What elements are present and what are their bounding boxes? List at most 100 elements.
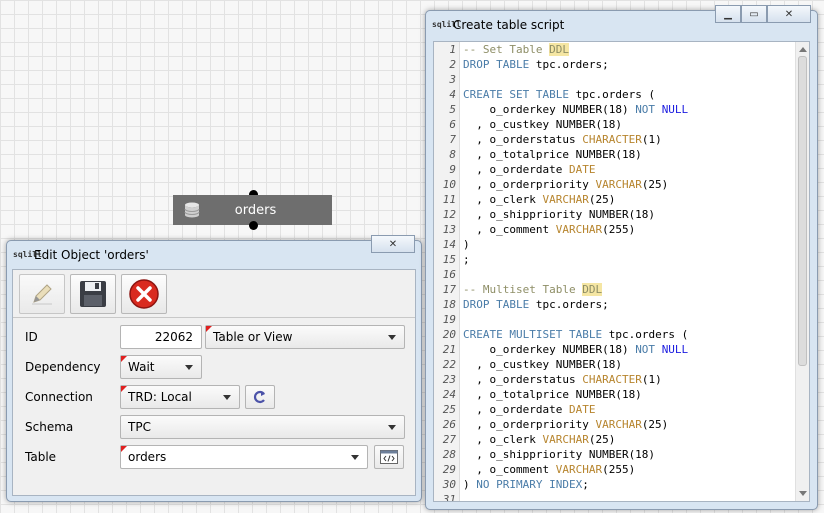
code-line: 2 DROP TABLE tpc.orders;	[434, 57, 795, 72]
id-input[interactable]: 22062	[120, 325, 202, 349]
line-number: 4	[449, 88, 456, 101]
row-id: ID 22062 Table or View	[13, 324, 415, 350]
scroll-up-icon[interactable]	[799, 47, 807, 52]
dependency-label: Dependency	[25, 360, 101, 374]
line-text: , o_totalprice NUMBER(18)	[463, 388, 642, 401]
line-text: , o_orderpriority VARCHAR(25)	[463, 178, 669, 191]
line-text: , o_totalprice NUMBER(18)	[463, 148, 642, 161]
script-editor[interactable]: 1 -- Set Table DDL 2 DROP TABLE tpc.orders;…	[433, 41, 810, 502]
code-line: 20 CREATE MULTISET TABLE tpc.orders (	[434, 327, 795, 342]
line-text: , o_clerk VARCHAR(25)	[463, 433, 616, 446]
code-line: 9 , o_orderdate DATE	[434, 162, 795, 177]
pencil-icon	[32, 283, 52, 304]
code-line: 17 -- Multiset Table DDL	[434, 282, 795, 297]
line-number: 10	[442, 178, 456, 191]
edit-toolbar	[13, 270, 415, 318]
line-number: 28	[442, 448, 456, 461]
code-lines: 1 -- Set Table DDL 2 DROP TABLE tpc.orders;…	[434, 42, 795, 501]
id-label: ID	[25, 330, 38, 344]
code-line: 14)	[434, 237, 795, 252]
app-logo: sqlill	[13, 250, 42, 259]
code-line: 4 CREATE SET TABLE tpc.orders (	[434, 87, 795, 102]
line-text: CREATE MULTISET TABLE tpc.orders (	[463, 328, 689, 341]
database-icon	[184, 202, 200, 218]
edit-window-close-button[interactable]: ✕	[371, 235, 415, 253]
code-line: 3	[434, 72, 795, 87]
show-script-button[interactable]	[374, 445, 404, 469]
line-number: 24	[442, 388, 456, 401]
line-number: 6	[449, 118, 456, 131]
line-number: 19	[442, 313, 456, 326]
line-number: 2	[449, 58, 456, 71]
script-window-close-button[interactable]: ✕	[767, 5, 811, 23]
table-combobox[interactable]: orders	[120, 445, 368, 469]
node-label: orders	[234, 202, 277, 218]
code-line: 30 ) NO PRIMARY INDEX;	[434, 477, 795, 492]
line-text: o_orderkey NUMBER(18) NOT NULL	[463, 343, 689, 356]
edit-button[interactable]	[19, 273, 65, 314]
code-script-icon	[380, 450, 398, 464]
line-text: , o_orderpriority VARCHAR(25)	[463, 418, 669, 431]
line-number: 15	[442, 253, 456, 266]
line-text: o_orderkey NUMBER(18) NOT NULL	[463, 103, 689, 116]
line-text: -- Multiset Table DDL	[463, 283, 603, 296]
code-line: 27 , o_clerk VARCHAR(25)	[434, 432, 795, 447]
script-window-titlebar[interactable]: sqlill Create table script ▁ ▭ ✕	[426, 5, 817, 39]
row-schema: Schema TPC	[13, 414, 415, 440]
edit-window-body: ID 22062 Table or View Dependency Wait C…	[12, 269, 416, 496]
maximize-icon: ▭	[749, 8, 759, 20]
line-number: 29	[442, 463, 456, 476]
object-type-select[interactable]: Table or View	[205, 325, 405, 349]
line-text: , o_custkey NUMBER(18)	[463, 358, 622, 371]
dependency-value: Wait	[128, 360, 155, 374]
line-number: 16	[442, 268, 456, 281]
line-number: 8	[449, 148, 456, 161]
line-text: , o_comment VARCHAR(255)	[463, 463, 636, 476]
line-number: 27	[442, 433, 456, 446]
code-line: 26 , o_orderpriority VARCHAR(25)	[434, 417, 795, 432]
line-text: , o_shippriority NUMBER(18)	[463, 448, 656, 461]
code-line: 10 , o_orderpriority VARCHAR(25)	[434, 177, 795, 192]
cancel-button[interactable]	[121, 273, 167, 314]
edit-window-titlebar[interactable]: sqlill Edit Object 'orders' ✕	[7, 235, 421, 269]
edit-window-title: Edit Object 'orders'	[34, 248, 149, 262]
scrollbar-thumb[interactable]	[798, 56, 807, 366]
connection-select[interactable]: TRD: Local	[120, 385, 240, 409]
red-x-icon	[129, 278, 159, 309]
chevron-down-icon	[351, 455, 359, 460]
code-line: 5 o_orderkey NUMBER(18) NOT NULL	[434, 102, 795, 117]
code-line: 18 DROP TABLE tpc.orders;	[434, 297, 795, 312]
connection-label: Connection	[25, 390, 93, 404]
schema-select[interactable]: TPC	[120, 415, 405, 439]
node-port-bottom[interactable]	[249, 221, 258, 230]
line-number: 26	[442, 418, 456, 431]
row-table: Table orders	[13, 444, 415, 470]
code-line: 1 -- Set Table DDL	[434, 42, 795, 57]
code-line: 22 , o_custkey NUMBER(18)	[434, 357, 795, 372]
connection-refresh-button[interactable]	[245, 385, 275, 409]
line-number: 7	[449, 133, 456, 146]
minimize-button[interactable]: ▁	[715, 5, 741, 23]
maximize-button[interactable]: ▭	[741, 5, 767, 23]
line-number: 13	[442, 223, 456, 236]
line-text: , o_shippriority NUMBER(18)	[463, 208, 656, 221]
save-button[interactable]	[70, 273, 116, 314]
line-text: , o_clerk VARCHAR(25)	[463, 193, 616, 206]
line-text: ;	[463, 253, 470, 266]
code-line: 15;	[434, 252, 795, 267]
scroll-down-icon[interactable]	[799, 491, 807, 496]
code-line: 31	[434, 492, 795, 501]
line-number: 9	[449, 163, 456, 176]
line-number: 30	[442, 478, 456, 491]
table-value: orders	[128, 450, 167, 464]
code-line: 29 , o_comment VARCHAR(255)	[434, 462, 795, 477]
code-line: 8 , o_totalprice NUMBER(18)	[434, 147, 795, 162]
code-line: 7 , o_orderstatus CHARACTER(1)	[434, 132, 795, 147]
dependency-select[interactable]: Wait	[120, 355, 202, 379]
line-number: 3	[449, 73, 456, 86]
app-logo: sqlill	[432, 20, 461, 29]
vertical-scrollbar[interactable]	[795, 42, 809, 501]
minimize-icon: ▁	[724, 8, 732, 20]
line-text: ) NO PRIMARY INDEX;	[463, 478, 589, 491]
line-text: , o_orderstatus CHARACTER(1)	[463, 133, 662, 146]
